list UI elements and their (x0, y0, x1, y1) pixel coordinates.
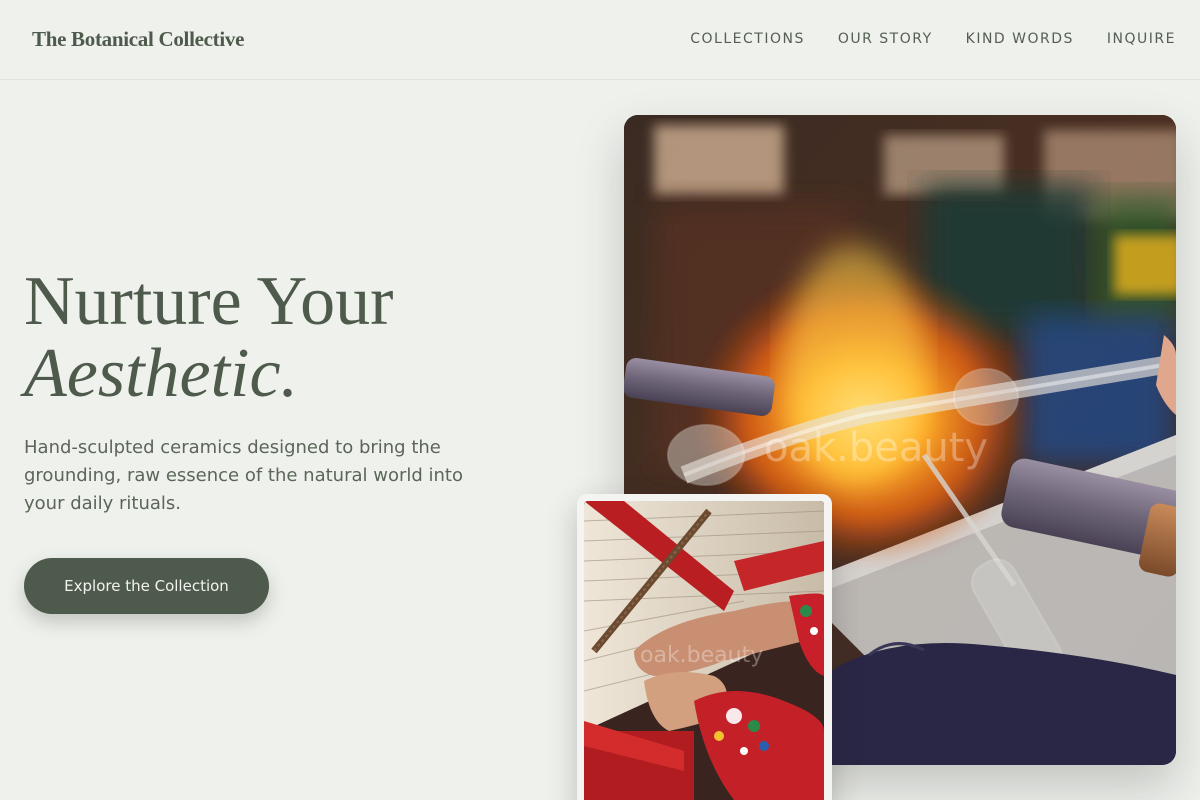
weaving-illustration (584, 501, 824, 800)
weaving-photo: oak.beauty (584, 501, 824, 800)
hero-headline-line2: Aesthetic. (24, 335, 299, 412)
hero-description: Hand-sculpted ceramics designed to bring… (24, 437, 463, 514)
hero-headline-line1: Nurture Your (24, 263, 394, 340)
nav-link-our-story[interactable]: OUR STORY (838, 31, 933, 47)
nav-link-kind-words[interactable]: KIND WORDS (966, 31, 1074, 47)
hero-headline: Nurture Your Aesthetic. (24, 266, 393, 410)
main-nav: COLLECTIONS OUR STORY KIND WORDS INQUIRE (690, 31, 1176, 47)
nav-link-inquire[interactable]: INQUIRE (1107, 31, 1176, 47)
brand-logo[interactable]: The Botanical Collective (32, 27, 244, 52)
explore-collection-button[interactable]: Explore the Collection (24, 558, 269, 614)
site-header: The Botanical Collective COLLECTIONS OUR… (0, 0, 1200, 80)
nav-link-collections[interactable]: COLLECTIONS (690, 31, 805, 47)
